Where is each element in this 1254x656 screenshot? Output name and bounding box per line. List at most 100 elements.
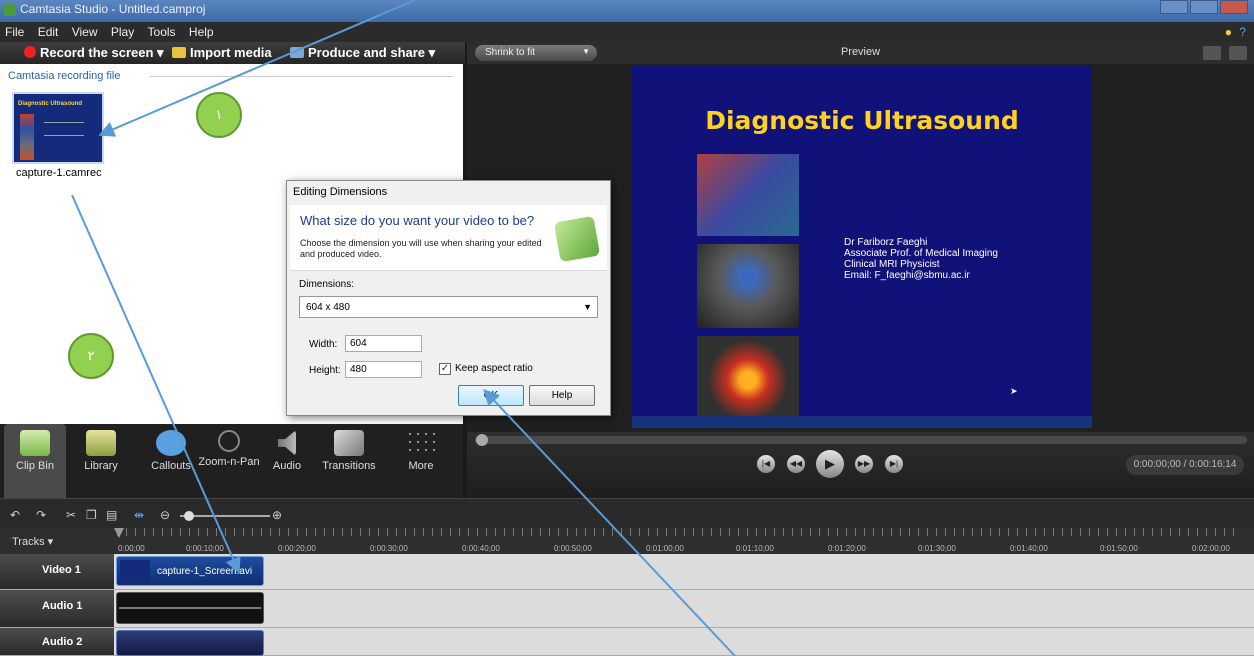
slide-preview: Diagnostic Ultrasound Dr Fariborz Faeghi… [632,66,1092,416]
maximize-button[interactable] [1190,0,1218,14]
recorded-taskbar [632,416,1092,428]
task-toolbar: Record the screen ▾ Import media Produce… [0,42,465,64]
menu-file[interactable]: File [0,22,29,42]
menu-play[interactable]: Play [106,22,139,42]
track-header[interactable]: Video 1 [0,554,114,589]
tab-clip-bin[interactable]: Clip Bin [4,424,66,498]
section-divider [150,76,453,77]
library-icon [86,430,116,456]
detach-preview-icon[interactable] [1229,46,1247,60]
tab-zoom-n-pan[interactable]: Zoom-n-Pan [198,424,260,498]
fast-forward-icon[interactable]: ▶▶ [855,455,873,473]
dimensions-label: Dimensions: [299,279,355,290]
tab-transitions[interactable]: Transitions [314,424,384,498]
menu-tools[interactable]: Tools [143,22,181,42]
height-label: Height: [309,365,341,376]
seek-bar[interactable] [475,436,1247,444]
import-media-button[interactable]: Import media [172,45,272,60]
fullscreen-icon[interactable] [1203,46,1221,60]
dimensions-select[interactable]: 604 x 480 ▼ [299,296,598,318]
ruler-marks [117,528,1240,536]
section-label: Camtasia recording file [8,70,121,82]
tip-bulb-icon[interactable]: ● [1223,25,1234,39]
record-screen-button[interactable]: Record the screen ▾ [24,45,164,61]
tab-library[interactable]: Library [70,424,132,498]
skip-back-icon[interactable]: |◀ [757,455,775,473]
ruler-tick: 0:01:10;00 [736,544,774,553]
skip-forward-icon[interactable]: ▶| [885,455,903,473]
zoom-magnifier-icon [218,430,240,452]
app-icon [4,4,16,16]
audio-clip[interactable] [116,592,264,624]
track-video-1: Video 1 capture-1_Screen.avi [0,554,1254,590]
editing-dimensions-dialog: Editing Dimensions What size do you want… [286,180,611,416]
rewind-icon[interactable]: ◀◀ [787,455,805,473]
thumb-image [20,114,34,160]
cut-icon[interactable]: ✂ [66,508,76,522]
seek-knob[interactable] [476,434,488,446]
ruler-tick: 0:00:20;00 [278,544,316,553]
ruler-tick: 0:01:30;00 [918,544,956,553]
callouts-icon [156,430,186,456]
zoom-out-icon[interactable]: ⊖ [160,508,170,522]
ruler-tick: 0:01:20;00 [828,544,866,553]
menu-view[interactable]: View [67,22,103,42]
copy-icon[interactable]: ❐ [86,508,97,522]
width-label: Width: [309,339,338,350]
minimize-button[interactable] [1160,0,1188,14]
redo-icon[interactable]: ↷ [36,508,46,522]
help-button[interactable]: Help [529,385,595,406]
player-controls: |◀ ◀◀ ▶ ▶▶ ▶| 0:00:00;00 / 0:00:16;14 [467,432,1254,498]
dialog-description: Choose the dimension you will use when s… [300,238,542,259]
track-audio-2: Audio 2 [0,628,1254,656]
split-icon[interactable]: ⇹ [134,508,144,522]
slide-author-text: Dr Fariborz Faeghi Associate Prof. of Me… [844,237,998,281]
paste-icon[interactable]: ▤ [106,508,117,522]
ruler-tick: 0:02:00;00 [1192,544,1230,553]
speaker-icon [278,430,296,456]
file-label[interactable]: capture-1.camrec [16,167,102,179]
doppler-image [697,154,799,236]
cursor-icon: ➤ [1010,386,1018,396]
slide-title: Diagnostic Ultrasound [705,106,1019,135]
ruler-tick: 0:01:50;00 [1100,544,1138,553]
audio-waveform [119,607,261,609]
help-question-icon[interactable]: ? [1237,25,1248,39]
video-clip[interactable]: capture-1_Screen.avi [116,556,264,586]
produce-share-button[interactable]: Produce and share ▾ [290,45,435,61]
keep-aspect-checkbox[interactable]: ✓ [439,363,451,375]
play-icon[interactable]: ▶ [816,450,844,478]
keep-aspect-label: Keep aspect ratio [455,363,533,374]
track-audio-1: Audio 1 [0,590,1254,628]
ultrasound-image [697,244,799,328]
timeline-ruler: Tracks ▾ 0:00;00 0:00:10;00 0:00:20;00 0… [0,528,1254,554]
width-field[interactable]: 604 [345,335,422,352]
tracks-menu[interactable]: Tracks ▾ [12,535,53,548]
ok-button[interactable]: OK [458,385,524,406]
step-badge-1: ١ [196,92,242,138]
ruler-tick: 0:01:40;00 [1010,544,1048,553]
tab-audio[interactable]: Audio [256,424,318,498]
track-header[interactable]: Audio 1 [0,590,114,627]
menu-help[interactable]: Help [184,22,219,42]
clip-bin-icon [20,430,50,456]
undo-icon[interactable]: ↶ [10,508,20,522]
tab-callouts[interactable]: Callouts [140,424,202,498]
step-badge-2: ٢ [68,333,114,379]
zoom-slider-knob[interactable] [184,511,194,521]
track-header[interactable]: Audio 2 [0,628,114,655]
recording-thumbnail[interactable]: Diagnostic Ultrasound [12,92,104,164]
dialog-question: What size do you want your video to be? [300,213,535,228]
close-button[interactable] [1220,0,1248,14]
zoom-in-icon[interactable]: ⊕ [272,508,282,522]
time-display: 0:00:00;00 / 0:00:16;14 [1126,455,1244,475]
camtasia-logo-icon [553,215,601,263]
tab-more[interactable]: More [390,424,452,498]
thumb-title: Diagnostic Ultrasound [18,101,83,107]
audio-2-clip[interactable] [116,630,264,656]
height-field[interactable]: 480 [345,361,422,378]
ruler-tick: 0:00:30;00 [370,544,408,553]
menu-edit[interactable]: Edit [33,22,64,42]
window-titlebar: Camtasia Studio - Untitled.camproj [0,0,1254,22]
preview-title: Preview [840,46,881,58]
